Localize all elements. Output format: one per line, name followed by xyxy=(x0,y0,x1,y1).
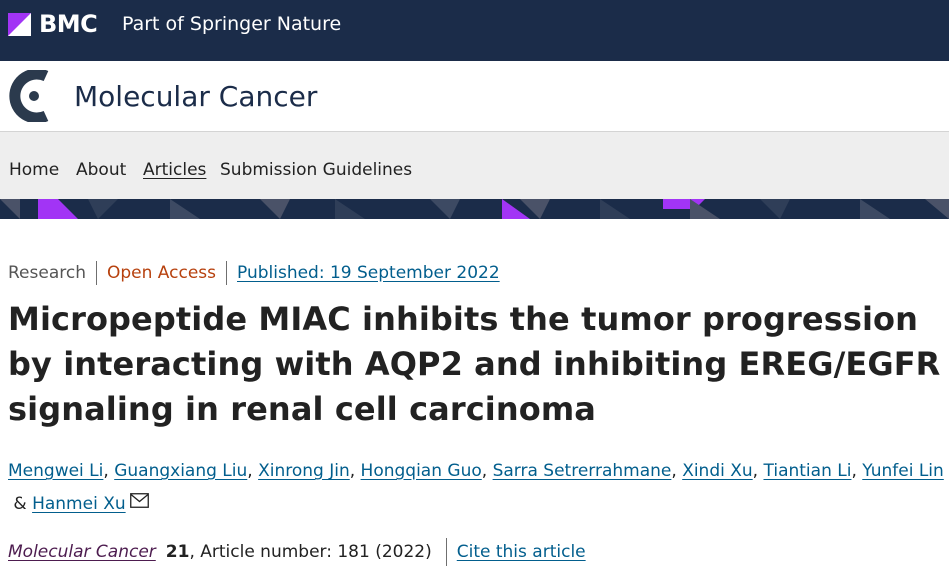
author-link[interactable]: Xinrong Jin xyxy=(258,461,350,481)
brand-header: BMC Part of Springer Nature xyxy=(0,0,949,61)
article-title: Micropeptide MIAC inhibits the tumor pro… xyxy=(8,300,941,428)
bmc-logo-icon xyxy=(8,12,31,36)
bmc-logo-text: BMC xyxy=(39,10,98,38)
nav-item-about[interactable]: About xyxy=(76,159,126,181)
article-meta: Research Open Access Published: 19 Septe… xyxy=(8,261,500,285)
citation-divider xyxy=(445,538,447,566)
author-separator: , xyxy=(247,461,259,481)
meta-divider xyxy=(95,261,97,285)
nav-item-home[interactable]: Home xyxy=(9,159,59,181)
author-list: Mengwei Li, Guangxiang Liu, Xinrong Jin,… xyxy=(8,455,948,521)
molecular-cancer-logo-icon[interactable] xyxy=(8,70,54,122)
pattern-graphic xyxy=(0,199,949,219)
cite-this-article-link[interactable]: Cite this article xyxy=(457,541,586,563)
nav-item-submission-guidelines[interactable]: Submission Guidelines xyxy=(220,159,412,181)
author-link[interactable]: Sarra Setrerrahmane xyxy=(493,461,672,481)
citation-line: Molecular Cancer 21 , Article number: 18… xyxy=(8,538,586,566)
journal-title[interactable]: Molecular Cancer xyxy=(74,79,317,115)
meta-divider xyxy=(226,261,227,285)
decorative-pattern-band xyxy=(0,199,949,219)
author-link[interactable]: Hongqian Guo xyxy=(361,461,482,481)
bmc-logo[interactable]: BMC xyxy=(8,10,98,38)
envelope-icon[interactable] xyxy=(129,493,149,508)
author-link[interactable]: Tiantian Li xyxy=(763,461,851,481)
author-separator: , xyxy=(752,461,764,481)
author-link[interactable]: Xindi Xu xyxy=(682,461,752,481)
open-access-badge: Open Access xyxy=(106,263,216,283)
author-separator: , xyxy=(481,461,493,481)
citation-article-number: , Article number: 181 (2022) xyxy=(189,542,432,562)
springer-nature-link[interactable]: Part of Springer Nature xyxy=(122,13,341,35)
author-separator: , xyxy=(103,461,115,481)
author-link-corresponding[interactable]: Hanmei Xu xyxy=(32,494,126,514)
published-date-link[interactable]: Published: 19 September 2022 xyxy=(237,262,500,284)
author-separator: , xyxy=(851,461,863,481)
author-separator: , xyxy=(671,461,683,481)
author-separator: , xyxy=(349,461,361,481)
author-link[interactable]: Guangxiang Liu xyxy=(114,461,247,481)
nav-item-articles[interactable]: Articles xyxy=(143,159,206,181)
citation-journal-link[interactable]: Molecular Cancer xyxy=(8,541,156,563)
author-link[interactable]: Mengwei Li xyxy=(8,461,103,481)
journal-nav: Home About Articles Submission Guideline… xyxy=(0,132,949,199)
article-type: Research xyxy=(8,263,86,283)
author-separator: & xyxy=(8,494,33,514)
journal-header: Molecular Cancer xyxy=(0,61,949,132)
author-link[interactable]: Yunfei Lin xyxy=(862,461,944,481)
citation-volume: 21 xyxy=(165,542,190,562)
